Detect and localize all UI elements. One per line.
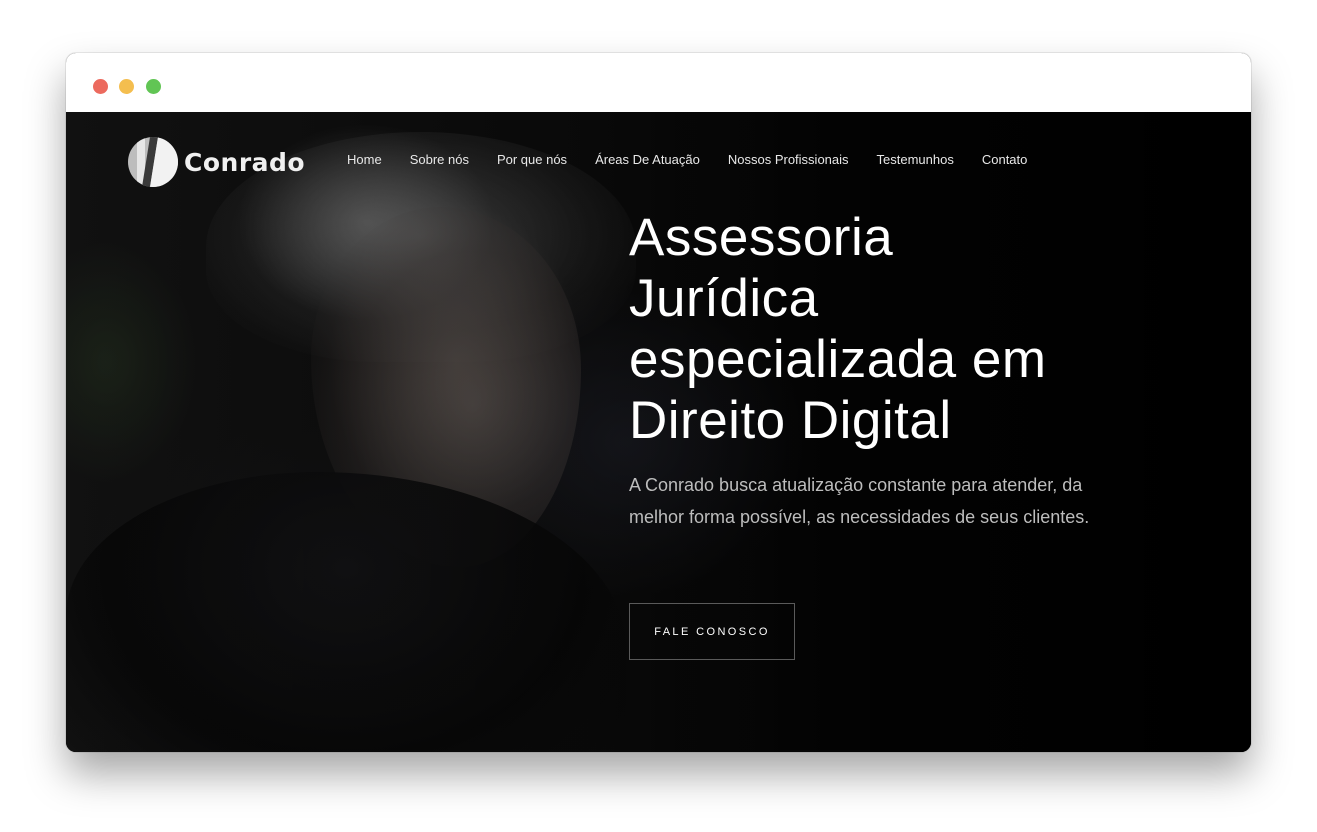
- maximize-window-button[interactable]: [146, 79, 161, 94]
- site-logo[interactable]: Conrado: [128, 136, 305, 188]
- close-window-button[interactable]: [93, 79, 108, 94]
- nav-item-contato[interactable]: Contato: [982, 152, 1028, 167]
- nav-item-sobre-nos[interactable]: Sobre nós: [410, 152, 469, 167]
- nav-item-por-que-nos[interactable]: Por que nós: [497, 152, 567, 167]
- browser-window: Conrado Home Sobre nós Por que nós Áreas…: [66, 53, 1251, 752]
- window-titlebar: [66, 53, 1251, 112]
- logo-text: Conrado: [184, 147, 306, 177]
- nav-item-nossos-profissionais[interactable]: Nossos Profissionais: [728, 152, 849, 167]
- hero-title: Assessoria Jurídica especializada em Dir…: [629, 207, 1149, 451]
- fale-conosco-button[interactable]: FALE CONOSCO: [629, 603, 795, 660]
- nav-item-home[interactable]: Home: [347, 152, 382, 167]
- hero-title-line: Direito Digital: [629, 391, 952, 450]
- main-navbar: Conrado Home Sobre nós Por que nós Áreas…: [66, 112, 1251, 212]
- hero-content: Assessoria Jurídica especializada em Dir…: [629, 207, 1149, 533]
- page-viewport: Conrado Home Sobre nós Por que nós Áreas…: [66, 112, 1251, 752]
- nav-item-testemunhos[interactable]: Testemunhos: [877, 152, 954, 167]
- hero-subtitle: A Conrado busca atualização constante pa…: [629, 475, 1090, 527]
- minimize-window-button[interactable]: [119, 79, 134, 94]
- conrado-logo-icon: [128, 137, 178, 187]
- hero-title-line: Assessoria: [629, 208, 894, 267]
- hero-title-line: especializada em: [629, 330, 1047, 389]
- nav-item-areas-de-atuacao[interactable]: Áreas De Atuação: [595, 152, 700, 167]
- nav-menu: Home Sobre nós Por que nós Áreas De Atua…: [347, 152, 1055, 167]
- hero-title-line: Jurídica: [629, 269, 819, 328]
